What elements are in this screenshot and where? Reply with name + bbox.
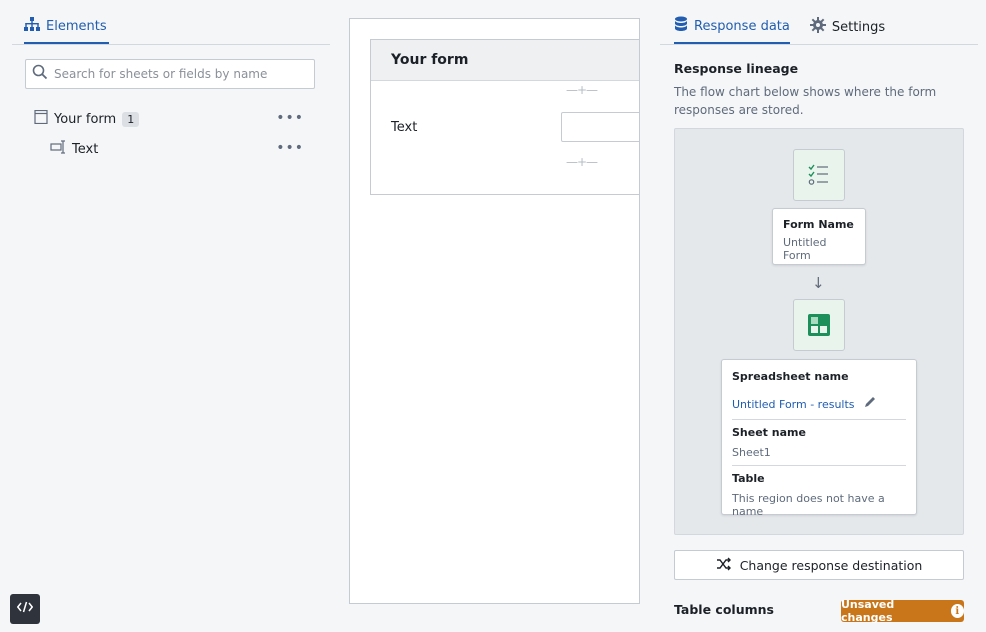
tree-item-your-form[interactable]: Your form 1 ••• [34, 107, 304, 131]
spreadsheet-name-link[interactable]: Untitled Form - results [732, 398, 855, 411]
page-icon [34, 109, 48, 128]
table-title: Table [732, 472, 765, 485]
change-destination-label: Change response destination [739, 557, 923, 573]
tab-settings[interactable]: Settings [809, 10, 886, 44]
tab-divider [660, 44, 978, 45]
form-icon [793, 149, 845, 201]
count-badge: 1 [122, 111, 140, 127]
unsaved-changes-badge[interactable]: Unsaved changes i [841, 598, 964, 624]
form-node-value: Untitled Form [783, 236, 827, 262]
code-icon [16, 601, 34, 617]
spreadsheet-name-title: Spreadsheet name [732, 370, 849, 383]
search-icon [32, 64, 48, 84]
properties-panel: Response data Settings Response lineage … [660, 0, 986, 632]
sheet-name-title: Sheet name [732, 426, 806, 439]
sheet-name-value: Sheet1 [732, 446, 771, 459]
field-label: Text [391, 120, 418, 135]
pencil-icon[interactable] [863, 395, 877, 413]
more-horizontal-icon[interactable]: ••• [276, 141, 304, 155]
form-canvas: Your form —+— Text —+— [349, 18, 640, 604]
shuffle-icon [716, 557, 732, 574]
search-field[interactable] [25, 59, 315, 89]
change-destination-button[interactable]: Change response destination [674, 550, 964, 580]
search-input[interactable] [54, 67, 294, 81]
form-title: Your form [371, 40, 639, 81]
right-tabs: Response data Settings [674, 10, 885, 44]
table-value: This region does not have a name [732, 492, 885, 518]
spreadsheet-node: Spreadsheet name Untitled Form - results… [721, 359, 917, 518]
section-title: Response lineage [674, 61, 799, 76]
text-input-preview[interactable] [561, 112, 639, 142]
text-field-icon [50, 140, 66, 158]
form-card[interactable]: Your form —+— Text —+— [370, 39, 639, 195]
tab-elements[interactable]: Elements [24, 10, 109, 44]
form-node: Form Name Untitled Form [772, 208, 866, 265]
add-field-above-button[interactable]: —+— [566, 83, 598, 97]
table-columns-label: Table columns [674, 602, 774, 617]
tab-response-data[interactable]: Response data [674, 10, 790, 44]
more-horizontal-icon[interactable]: ••• [276, 111, 304, 125]
tree-item-label: Text [72, 141, 99, 157]
elements-panel: Elements Your form 1 ••• Text ••• [0, 0, 340, 632]
tab-label: Response data [694, 18, 790, 34]
code-view-button[interactable] [10, 594, 40, 624]
lineage-flow-chart: Form Name Untitled Form ↓ Spreadsheet na… [674, 128, 964, 535]
tab-label: Settings [831, 19, 886, 35]
database-icon [674, 16, 688, 36]
tab-divider [12, 44, 330, 45]
form-node-title: Form Name [783, 218, 854, 231]
tree-item-label: Your form [54, 111, 117, 127]
arrow-down-icon: ↓ [812, 274, 825, 292]
spreadsheet-icon [793, 299, 845, 351]
add-field-below-button[interactable]: —+— [566, 155, 598, 169]
section-description: The flow chart below shows where the for… [674, 85, 937, 117]
info-icon: i [950, 604, 964, 618]
unsaved-label: Unsaved changes [841, 598, 895, 624]
gear-icon [809, 17, 826, 37]
tab-elements-label: Elements [46, 18, 107, 34]
tree-item-text[interactable]: Text ••• [50, 137, 304, 161]
hierarchy-icon [24, 17, 40, 35]
